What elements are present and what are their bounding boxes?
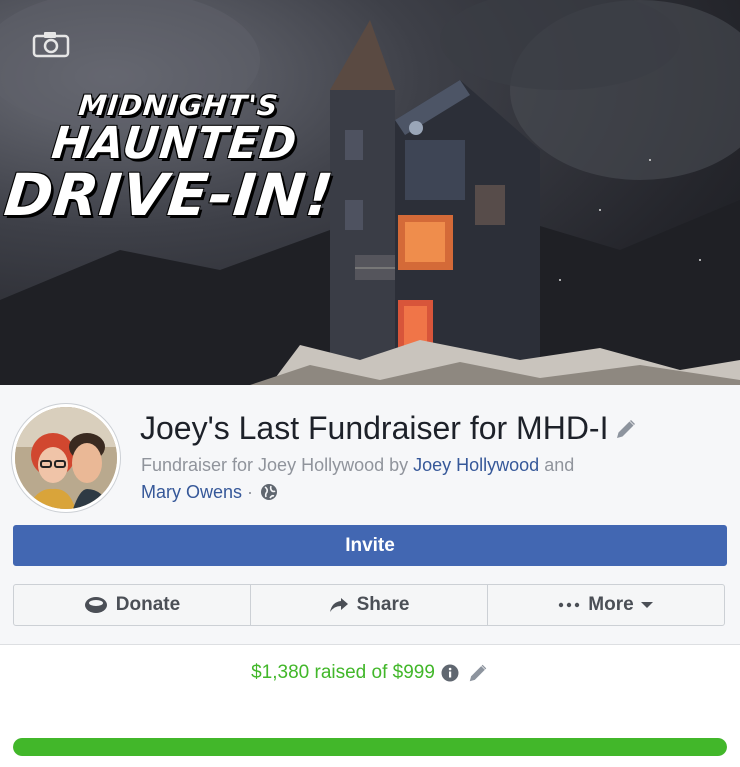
camera-icon[interactable] — [32, 30, 70, 58]
raised-amount: $1,380 raised of $999 — [251, 662, 435, 683]
title-row: Joey's Last Fundraiser for MHD-I — [140, 410, 638, 447]
chevron-down-icon — [640, 602, 653, 608]
raised-row: $1,380 raised of $999 — [0, 662, 740, 684]
action-bar: Donate Share More — [13, 584, 725, 626]
share-label: Share — [356, 594, 410, 615]
organizer-link-mary[interactable]: Mary Owens — [141, 482, 242, 502]
avatar[interactable] — [12, 404, 120, 512]
subtitle-prefix: Fundraiser for Joey Hollywood by — [141, 455, 414, 475]
fundraiser-subtitle: Fundraiser for Joey Hollywood by Joey Ho… — [141, 452, 701, 506]
ellipsis-icon — [559, 602, 580, 608]
organizer-link-joey[interactable]: Joey Hollywood — [413, 455, 539, 475]
donate-icon — [84, 597, 107, 613]
globe-icon[interactable] — [260, 483, 278, 501]
progress-bar — [13, 738, 727, 756]
more-button[interactable]: More — [488, 585, 724, 625]
donate-button[interactable]: Donate — [14, 585, 251, 625]
subtitle-and: and — [539, 455, 575, 475]
donate-label: Donate — [115, 594, 181, 615]
more-label: More — [588, 594, 634, 615]
subtitle-separator: · — [242, 482, 259, 502]
pencil-icon[interactable] — [614, 417, 638, 441]
invite-button[interactable]: Invite — [13, 525, 727, 566]
progress-bar-fill — [13, 738, 727, 756]
cover-title-line3: DRIVE-IN! — [1, 161, 337, 229]
cover-title-line1: MIDNIGHT'S — [76, 89, 281, 122]
cover-title-logo: MIDNIGHT'S HAUNTED DRIVE-IN! — [1, 89, 345, 229]
cover-photo: MIDNIGHT'S HAUNTED DRIVE-IN! — [0, 0, 740, 385]
share-arrow-icon — [329, 598, 348, 612]
page-title: Joey's Last Fundraiser for MHD-I — [140, 410, 609, 446]
info-icon[interactable] — [441, 664, 459, 682]
cover-title-line2: HAUNTED — [49, 118, 300, 169]
pencil-icon[interactable] — [467, 662, 489, 684]
share-button[interactable]: Share — [251, 585, 488, 625]
